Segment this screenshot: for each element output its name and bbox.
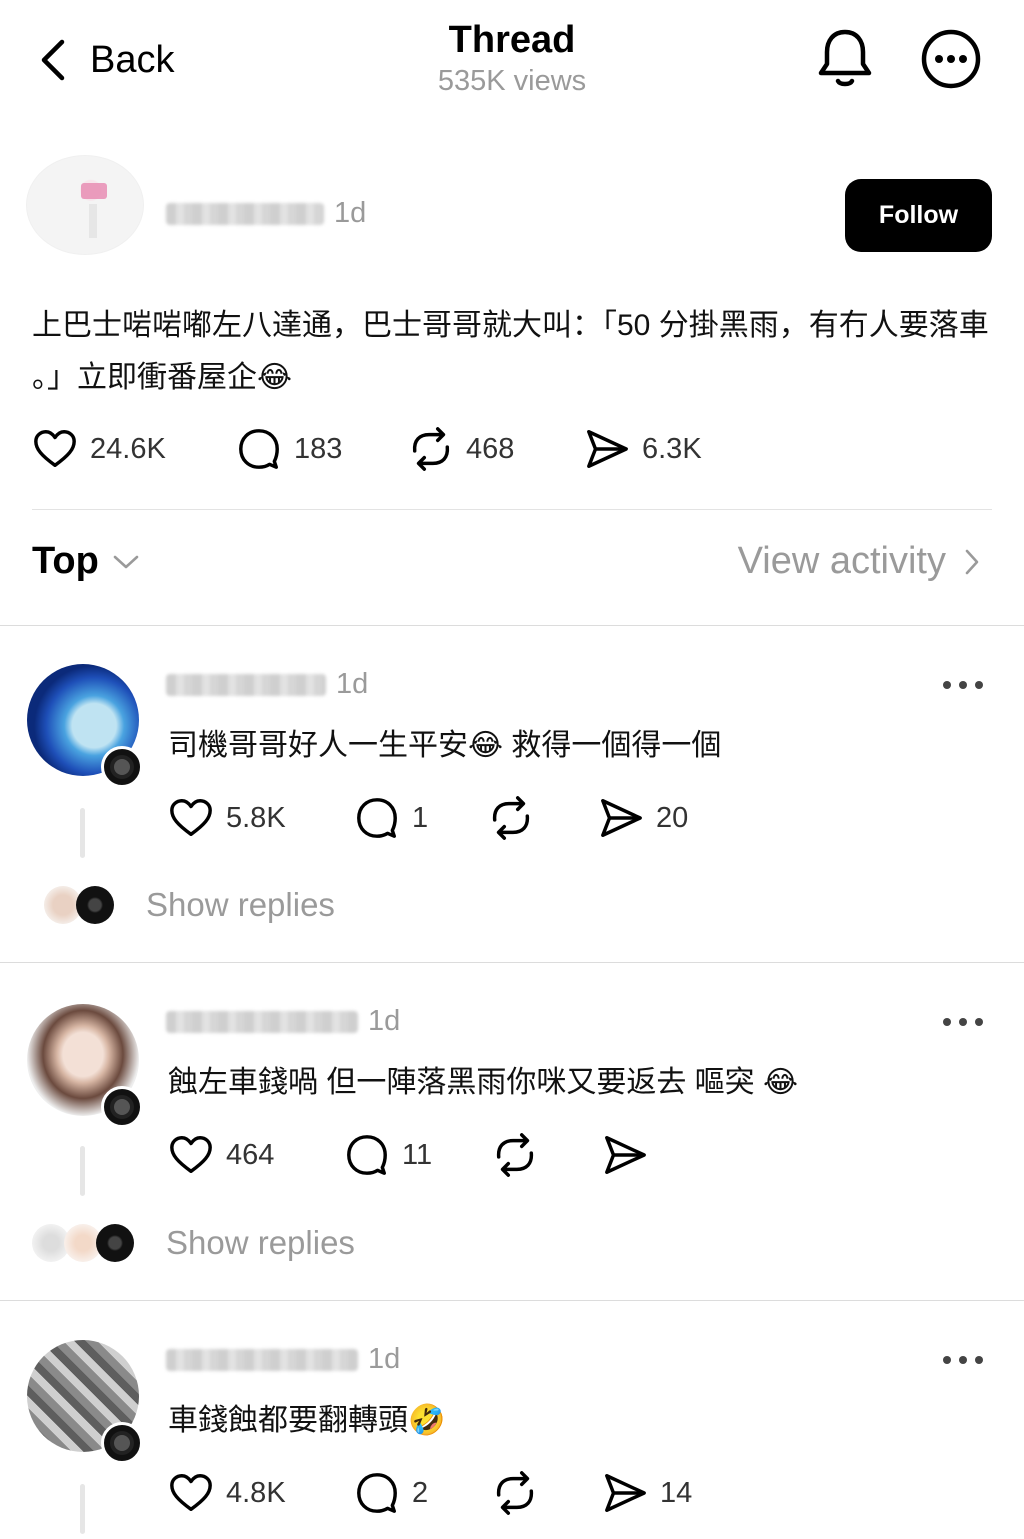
view-activity-label: View activity <box>737 540 946 582</box>
share-button[interactable] <box>602 1132 648 1178</box>
view-activity-link[interactable]: View activity <box>738 540 980 583</box>
comment-count: 11 <box>402 1138 433 1171</box>
reply-meta: 1d <box>166 668 368 701</box>
chevron-right-icon <box>965 549 979 574</box>
thread-line <box>80 1146 85 1196</box>
show-replies-label: Show replies <box>146 886 335 923</box>
reply-actions: 5.8K 1 20 <box>168 793 688 843</box>
reply-text: 蝕左車錢喎 但一陣落黑雨你咪又要返去 嘔突 😂 <box>168 1066 799 1099</box>
reply-actions: 4.8K 2 14 <box>168 1468 692 1518</box>
repost-icon <box>492 1468 538 1518</box>
more-icon[interactable] <box>940 1350 986 1370</box>
more-circle-icon[interactable] <box>920 28 982 90</box>
comment-button[interactable]: 1 <box>354 795 488 841</box>
reply-time: 1d <box>368 1005 401 1037</box>
section-divider <box>0 625 1024 626</box>
author-meta: 1d <box>166 197 366 230</box>
sort-dropdown[interactable]: Top <box>32 540 139 583</box>
more-icon[interactable] <box>940 1012 986 1032</box>
mini-avatar <box>76 886 114 924</box>
send-icon <box>584 426 630 472</box>
comment-button[interactable]: 2 <box>354 1470 492 1516</box>
reply-avatars <box>32 1224 134 1262</box>
reply-meta: 1d <box>166 1343 400 1376</box>
author-avatar[interactable] <box>26 155 144 255</box>
post-time: 1d <box>334 197 367 229</box>
reply-text: 司機哥哥好人一生平安😂 救得一個得一個 <box>168 729 722 762</box>
section-divider <box>0 1300 1024 1301</box>
like-button[interactable]: 5.8K <box>168 795 354 841</box>
more-icon[interactable] <box>940 675 986 695</box>
send-icon <box>598 795 644 841</box>
repost-icon <box>492 1130 538 1180</box>
reply-avatars <box>44 886 114 924</box>
send-icon <box>602 1132 648 1178</box>
send-icon <box>602 1470 648 1516</box>
comment-count: 2 <box>412 1476 429 1509</box>
repost-button[interactable] <box>492 1130 602 1180</box>
mini-avatar <box>96 1224 134 1262</box>
show-replies-button[interactable]: Show replies <box>44 886 335 924</box>
share-button[interactable]: 14 <box>602 1470 692 1516</box>
reply-username-redacted[interactable] <box>166 673 326 696</box>
like-button[interactable]: 4.8K <box>168 1470 354 1516</box>
like-button[interactable]: 24.6K <box>32 426 236 472</box>
heart-icon <box>168 1470 214 1516</box>
like-count: 4.8K <box>226 1476 286 1509</box>
follow-badge-icon[interactable] <box>101 746 143 788</box>
author-username-redacted[interactable] <box>166 202 324 225</box>
comment-count: 183 <box>294 432 343 465</box>
heart-icon <box>168 1132 214 1178</box>
post-actions: 24.6K 183 468 6.3K <box>32 424 702 474</box>
comment-icon <box>354 1470 400 1516</box>
share-count: 14 <box>660 1476 693 1509</box>
chevron-down-icon <box>113 555 139 568</box>
comment-button[interactable]: 11 <box>344 1132 492 1178</box>
reply-username-redacted[interactable] <box>166 1010 358 1033</box>
heart-icon <box>32 426 78 472</box>
comment-icon <box>344 1132 390 1178</box>
avatar-image-detail <box>89 204 97 238</box>
like-count: 5.8K <box>226 801 286 834</box>
share-count: 20 <box>656 801 689 834</box>
reply-actions: 464 11 <box>168 1130 648 1180</box>
like-count: 24.6K <box>90 432 166 465</box>
repost-icon <box>488 793 534 843</box>
post-text: 上巴士啱啱嘟左八達通，巴士哥哥就大叫：「50 分掛黑雨，有冇人要落車 。」立即衝… <box>32 309 989 394</box>
reply-text: 車錢蝕都要翻轉頭🤣 <box>168 1404 446 1437</box>
comment-icon <box>354 795 400 841</box>
share-count: 6.3K <box>642 432 702 465</box>
reply-time: 1d <box>336 668 369 700</box>
heart-icon <box>168 795 214 841</box>
section-divider <box>0 962 1024 963</box>
thread-line <box>80 1484 85 1534</box>
share-button[interactable]: 6.3K <box>584 426 702 472</box>
like-button[interactable]: 464 <box>168 1132 344 1178</box>
repost-button[interactable] <box>492 1468 602 1518</box>
repost-icon <box>408 424 454 474</box>
follow-badge-icon[interactable] <box>101 1086 143 1128</box>
repost-button[interactable]: 468 <box>408 424 584 474</box>
like-count: 464 <box>226 1138 275 1171</box>
bell-icon[interactable] <box>814 26 876 90</box>
comment-button[interactable]: 183 <box>236 426 408 472</box>
reply-time: 1d <box>368 1343 401 1375</box>
follow-button[interactable]: Follow <box>845 179 992 252</box>
thread-line <box>80 808 85 858</box>
follow-badge-icon[interactable] <box>101 1422 143 1464</box>
comment-icon <box>236 426 282 472</box>
show-replies-button[interactable]: Show replies <box>32 1224 355 1262</box>
share-button[interactable]: 20 <box>598 795 688 841</box>
avatar-image-detail <box>81 183 107 199</box>
repost-count: 468 <box>466 432 515 465</box>
sort-label: Top <box>32 540 99 582</box>
reply-meta: 1d <box>166 1005 400 1038</box>
reply-username-redacted[interactable] <box>166 1348 358 1371</box>
divider <box>32 509 992 510</box>
repost-button[interactable] <box>488 793 598 843</box>
show-replies-label: Show replies <box>166 1224 355 1261</box>
comment-count: 1 <box>412 801 429 834</box>
top-bar: Back Thread 535K views <box>0 0 1024 120</box>
